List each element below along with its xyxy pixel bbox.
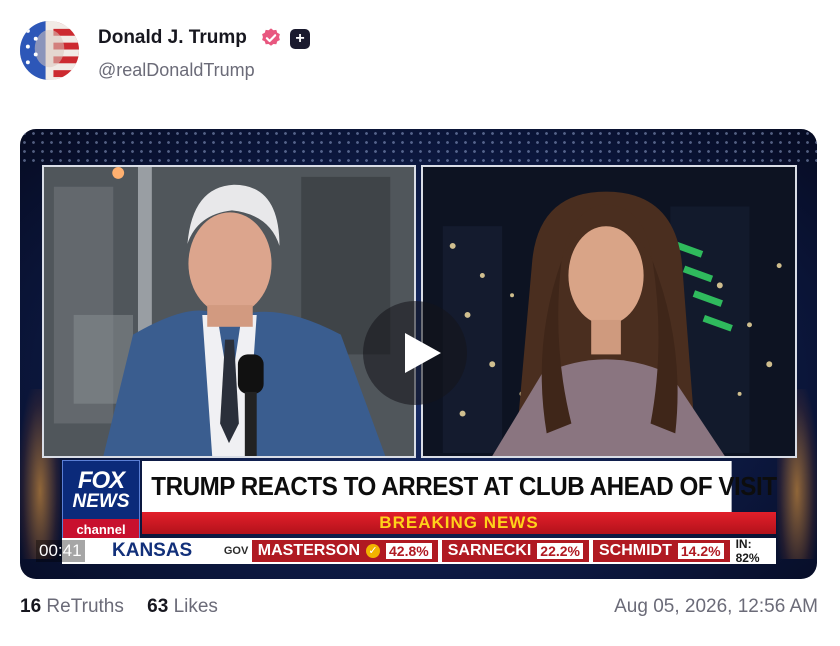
ticker-race: GOV bbox=[223, 545, 249, 557]
play-icon bbox=[405, 333, 441, 373]
logo-line-channel: channel bbox=[63, 519, 139, 539]
candidate-name: SCHMIDT bbox=[598, 542, 672, 559]
verified-badge-icon bbox=[262, 28, 280, 46]
candidate-pct: 22.2% bbox=[537, 543, 583, 559]
winner-check-icon: ✓ bbox=[366, 544, 381, 558]
post-stats: 16 ReTruths 63 Likes bbox=[20, 596, 218, 618]
candidate-name: MASTERSON bbox=[257, 542, 361, 559]
logo-line-news: NEWS bbox=[72, 491, 130, 512]
candidate-pct: 42.8% bbox=[386, 543, 432, 559]
likes-count: 63 bbox=[147, 596, 169, 617]
ticker-candidate: SCHMIDT 14.2% bbox=[592, 540, 730, 562]
news-headline: TRUMP REACTS TO ARREST AT CLUB AHEAD OF … bbox=[142, 461, 777, 512]
ticker-reporting: IN: 82% bbox=[735, 537, 760, 565]
video-player[interactable]: FOX NEWS channel TRUMP REACTS TO ARREST … bbox=[20, 129, 817, 579]
video-panel-guest bbox=[421, 165, 797, 458]
video-panel-anchor bbox=[42, 165, 416, 458]
video-time: 00:41 bbox=[36, 540, 85, 562]
candidate-pct: 14.2% bbox=[677, 543, 724, 559]
plus-icon: + bbox=[290, 29, 310, 49]
avatar[interactable] bbox=[20, 21, 79, 80]
fox-news-logo: FOX NEWS channel bbox=[62, 460, 140, 540]
retruths-count: 16 bbox=[20, 596, 42, 617]
ticker-candidate: MASTERSON ✓ 42.8% bbox=[251, 540, 438, 562]
ticker-state: KANSAS bbox=[112, 540, 193, 561]
likes-label: Likes bbox=[173, 596, 218, 617]
retruths-link[interactable]: 16 ReTruths bbox=[20, 596, 124, 617]
decorative-dots bbox=[20, 129, 817, 163]
breaking-news-banner: BREAKING NEWS bbox=[142, 512, 776, 534]
ticker-candidate: SARNECKI 22.2% bbox=[441, 540, 589, 562]
election-ticker: KANSAS GOV MASTERSON ✓ 42.8% SARNECKI 22… bbox=[62, 537, 776, 565]
author-name[interactable]: Donald J. Trump bbox=[98, 27, 247, 49]
likes-link[interactable]: 63 Likes bbox=[147, 596, 218, 617]
author-handle[interactable]: @realDonaldTrump bbox=[98, 60, 255, 81]
retruths-label: ReTruths bbox=[46, 596, 124, 617]
post-timestamp[interactable]: Aug 05, 2026, 12:56 AM bbox=[614, 596, 818, 618]
play-button[interactable] bbox=[363, 301, 467, 405]
candidate-name: SARNECKI bbox=[447, 542, 532, 559]
